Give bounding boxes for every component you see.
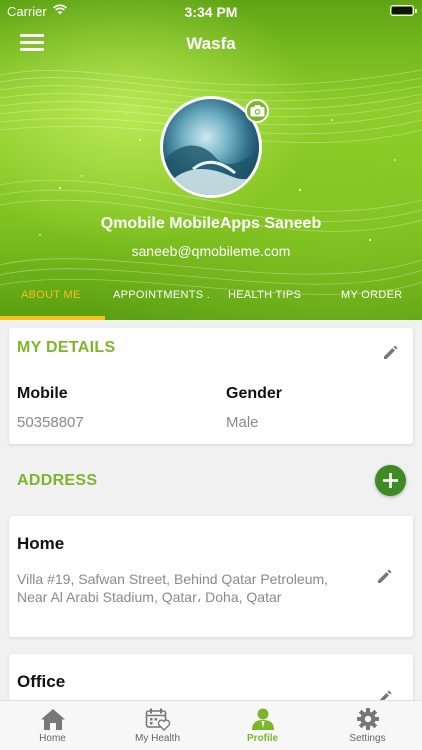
my-details-card: MY DETAILS Mobile 50358807 Gender Male (9, 328, 413, 444)
address-card-home: Home Villa #19, Safwan Street, Behind Qa… (9, 516, 413, 637)
tabbar-label: Profile (246, 733, 279, 744)
tabbar-home[interactable]: Home (0, 701, 105, 750)
home-icon (41, 709, 65, 730)
address-title: ADDRESS (17, 472, 98, 489)
mobile-value: 50358807 (17, 414, 84, 431)
edit-address-icon[interactable] (376, 567, 394, 585)
my-details-title: MY DETAILS (17, 339, 116, 356)
camera-icon (250, 105, 265, 117)
tab-about-me[interactable]: ABOUT ME (21, 289, 81, 301)
clock: 3:34 PM (184, 4, 238, 20)
bottom-tab-bar: Home My Health Profile Settings (0, 700, 422, 750)
app-title: Wasfa (186, 34, 236, 53)
tabbar-label: Home (39, 733, 66, 744)
profile-tabs: ABOUT ME APPOINTMENTS . HEALTH TIPS MY O… (0, 282, 422, 320)
gender-value: Male (226, 414, 259, 431)
address-label: Home (17, 534, 65, 553)
edit-details-icon[interactable] (382, 343, 400, 361)
battery-icon (390, 5, 417, 16)
tabbar-my-health[interactable]: My Health (105, 701, 210, 750)
avatar-container (160, 96, 269, 198)
tabbar-label: My Health (134, 733, 180, 744)
tab-appointments[interactable]: APPOINTMENTS . (113, 289, 210, 301)
mobile-label: Mobile (17, 385, 68, 402)
calendar-heart-icon (145, 708, 171, 731)
change-photo-button[interactable] (245, 99, 269, 123)
active-tab-indicator (0, 316, 105, 320)
address-label: Office (17, 672, 66, 691)
gear-icon (357, 708, 379, 730)
profile-email: saneeb@qmobileme.com (131, 243, 291, 259)
tabbar-settings[interactable]: Settings (315, 701, 420, 750)
add-address-button[interactable] (375, 465, 406, 496)
gender-label: Gender (226, 385, 283, 402)
tabbar-label: Settings (349, 733, 386, 744)
address-text: Villa #19, Safwan Street, Behind Qatar P… (17, 571, 329, 605)
profile-name: Qmobile MobileApps Saneeb (100, 215, 322, 232)
tab-my-order[interactable]: MY ORDER (341, 289, 402, 301)
profile-icon (252, 708, 274, 730)
navigation-bar: Wasfa (0, 22, 422, 66)
tab-health-tips[interactable]: HEALTH TIPS (228, 289, 301, 301)
status-bar: Carrier 3:34 PM (0, 0, 422, 22)
tabbar-profile[interactable]: Profile (210, 701, 315, 750)
plus-icon (383, 473, 398, 488)
